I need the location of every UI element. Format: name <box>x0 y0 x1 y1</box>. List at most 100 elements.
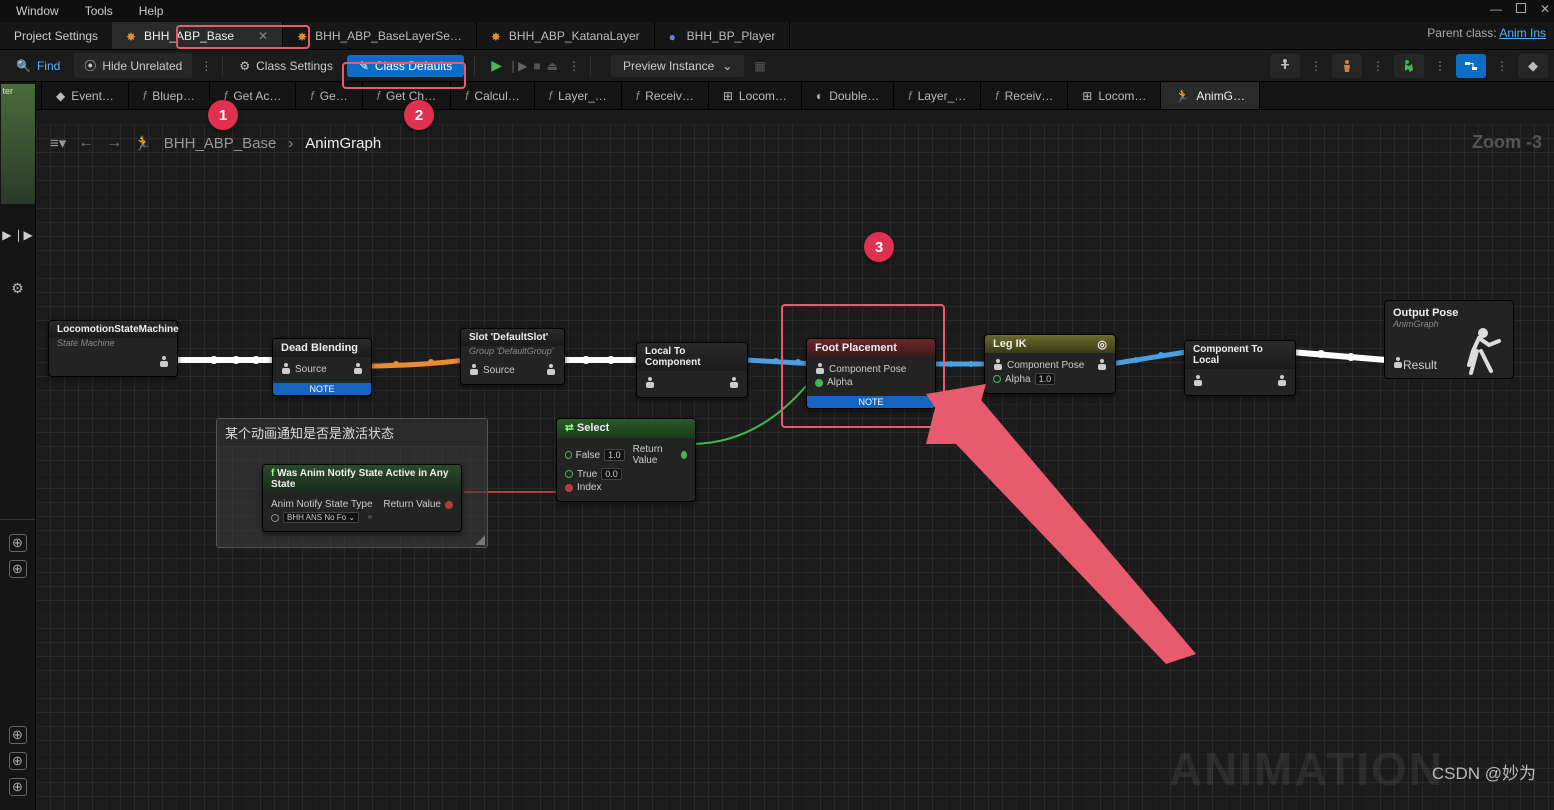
close-tab-icon[interactable]: ✕ <box>258 29 268 43</box>
mesh-mode-button[interactable] <box>1332 54 1362 78</box>
debug-icon[interactable]: ▦ <box>754 59 765 73</box>
tab-bhh-abp-base[interactable]: ✸ BHH_ABP_Base ✕ <box>112 22 283 49</box>
close-window-button[interactable]: ✕ <box>1540 2 1550 16</box>
physics-mode-button[interactable]: ◆ <box>1518 54 1548 78</box>
value-pin[interactable] <box>993 375 1001 383</box>
add-button[interactable]: ⊕ <box>9 560 27 578</box>
viewport-thumbnail[interactable]: ter <box>1 84 35 204</box>
bool-pin[interactable] <box>445 501 453 509</box>
play-icon[interactable]: ▶ <box>2 228 11 242</box>
breadcrumb-root[interactable]: BHH_ABP_Base <box>164 135 277 152</box>
pose-pin-icon[interactable] <box>353 363 363 375</box>
fn-tab[interactable]: ⊞Locom… <box>1068 82 1161 109</box>
blueprint-mode-button[interactable] <box>1456 54 1486 78</box>
gear-icon[interactable]: ⚙ <box>11 280 24 297</box>
anim-mode-button[interactable] <box>1394 54 1424 78</box>
fn-tab[interactable]: fBluep… <box>129 82 210 109</box>
object-pin[interactable] <box>271 514 279 522</box>
parent-class-link[interactable]: Anim Ins <box>1499 26 1546 40</box>
node-output-pose[interactable]: Output Pose AnimGraph Result <box>1384 300 1514 379</box>
more-icon[interactable]: ⋮ <box>200 59 212 73</box>
fn-tab[interactable]: fCalcul… <box>451 82 535 109</box>
minimize-button[interactable]: — <box>1490 2 1502 16</box>
pose-pin-icon[interactable] <box>1393 357 1403 369</box>
node-locomotion-state-machine[interactable]: LocomotionStateMachine State Machine <box>48 320 178 377</box>
fn-tab[interactable]: ⊞Locom… <box>709 82 802 109</box>
pose-pin-icon[interactable] <box>1277 375 1287 387</box>
pose-pin-icon[interactable] <box>815 363 825 375</box>
node-foot-placement[interactable]: Foot Placement Component Pose Alpha NOTE <box>806 338 936 409</box>
pose-pin-icon[interactable] <box>729 377 739 389</box>
value-pin[interactable] <box>565 451 572 459</box>
value-pin[interactable] <box>815 379 823 387</box>
tab-baselayer[interactable]: ✸ BHH_ABP_BaseLayerSe… <box>283 22 477 49</box>
find-button[interactable]: 🔍Find <box>6 55 70 77</box>
more-icon[interactable]: ⋮ <box>1434 59 1446 73</box>
hide-unrelated-button[interactable]: ⦿Hide Unrelated <box>74 53 192 78</box>
fn-tab[interactable]: fReceiv… <box>622 82 709 109</box>
alpha-input[interactable]: 1.0 <box>1035 373 1056 385</box>
false-input[interactable]: 1.0 <box>604 449 625 461</box>
skeleton-mode-button[interactable] <box>1270 54 1300 78</box>
node-local-to-component[interactable]: Local To Component <box>636 342 748 398</box>
play-button[interactable]: ▶ <box>491 57 502 74</box>
step-icon[interactable]: ❘▶ <box>13 228 32 242</box>
add-button[interactable]: ⊕ <box>9 534 27 552</box>
pose-pin-icon[interactable] <box>645 377 655 389</box>
forward-button[interactable]: → <box>106 134 122 152</box>
pose-pin-icon[interactable] <box>1193 375 1203 387</box>
fn-tab[interactable]: fLayer_… <box>535 82 622 109</box>
menu-tools[interactable]: Tools <box>85 4 113 18</box>
pose-pin-icon[interactable] <box>546 364 556 376</box>
node-leg-ik[interactable]: Leg IK◎ Component Pose Alpha1.0 <box>984 334 1116 394</box>
menu-window[interactable]: Window <box>16 4 59 18</box>
node-component-to-local[interactable]: Component To Local <box>1184 340 1296 396</box>
fn-tab[interactable]: fLayer_… <box>894 82 981 109</box>
back-button[interactable]: ← <box>78 134 94 152</box>
true-input[interactable]: 0.0 <box>601 468 622 480</box>
value-pin[interactable] <box>565 470 573 478</box>
node-was-anim-notify[interactable]: f Was Anim Notify State Active in Any St… <box>262 464 462 532</box>
class-settings-button[interactable]: ⚙Class Settings <box>229 55 342 77</box>
maximize-button[interactable] <box>1516 2 1526 16</box>
node-slot[interactable]: Slot 'DefaultSlot' Group 'DefaultGroup' … <box>460 328 565 385</box>
breadcrumb-leaf[interactable]: AnimGraph <box>305 135 381 152</box>
fn-tab[interactable]: ◆Event… <box>42 82 129 109</box>
pose-pin-icon[interactable] <box>281 363 291 375</box>
node-select[interactable]: ⮂ Select False1.0Return Value True0.0 In… <box>556 418 696 502</box>
add-button[interactable]: ⊕ <box>9 726 27 744</box>
fn-tab[interactable]: fGe… <box>296 82 362 109</box>
value-pin[interactable] <box>681 451 687 459</box>
fn-tab-animgraph[interactable]: 🏃AnimG… <box>1161 82 1260 109</box>
pose-pin-icon[interactable] <box>1097 359 1107 371</box>
play-more-icon[interactable]: ⋮ <box>568 59 580 73</box>
class-defaults-button[interactable]: ✎Class Defaults <box>347 55 464 77</box>
fn-tab[interactable]: fReceiv… <box>981 82 1068 109</box>
fn-tab[interactable]: ◐Double… <box>802 82 894 109</box>
comment-title[interactable]: 某个动画通知是否是激活状态 <box>217 419 487 446</box>
eject-button[interactable]: ⏏ <box>547 59 558 73</box>
pose-pin-icon[interactable] <box>993 359 1003 371</box>
step-button[interactable]: ❘▶ <box>508 59 527 73</box>
node-dead-blending[interactable]: Dead Blending Source NOTE <box>272 338 372 396</box>
anim-graph-canvas[interactable]: ≡▾ ← → 🏃 BHH_ABP_Base › AnimGraph Zoom -… <box>36 124 1554 810</box>
more-icon[interactable]: ⋮ <box>1310 59 1322 73</box>
more-icon[interactable]: ⋮ <box>1496 59 1508 73</box>
notify-dropdown[interactable]: BHH ANS No Fo ⌄ <box>283 512 359 523</box>
annotation-circle-3: 3 <box>864 232 894 262</box>
tab-player[interactable]: ● BHH_BP_Player <box>655 22 791 49</box>
stop-button[interactable]: ■ <box>533 59 540 73</box>
bool-pin[interactable] <box>565 484 573 492</box>
tab-katana[interactable]: ✸ BHH_ABP_KatanaLayer <box>477 22 655 49</box>
menu-help[interactable]: Help <box>139 4 164 18</box>
browse-icon[interactable]: ⌖ <box>367 512 373 523</box>
tab-project-settings[interactable]: Project Settings <box>0 22 112 49</box>
add-button[interactable]: ⊕ <box>9 778 27 796</box>
preview-instance-dropdown[interactable]: Preview Instance⌄ <box>611 55 744 77</box>
pose-pin-icon[interactable] <box>469 364 479 376</box>
mannequin-icon <box>1449 323 1509 383</box>
add-button[interactable]: ⊕ <box>9 752 27 770</box>
resize-handle[interactable] <box>475 535 485 545</box>
menu-icon[interactable]: ≡▾ <box>50 134 66 152</box>
more-icon[interactable]: ⋮ <box>1372 59 1384 73</box>
